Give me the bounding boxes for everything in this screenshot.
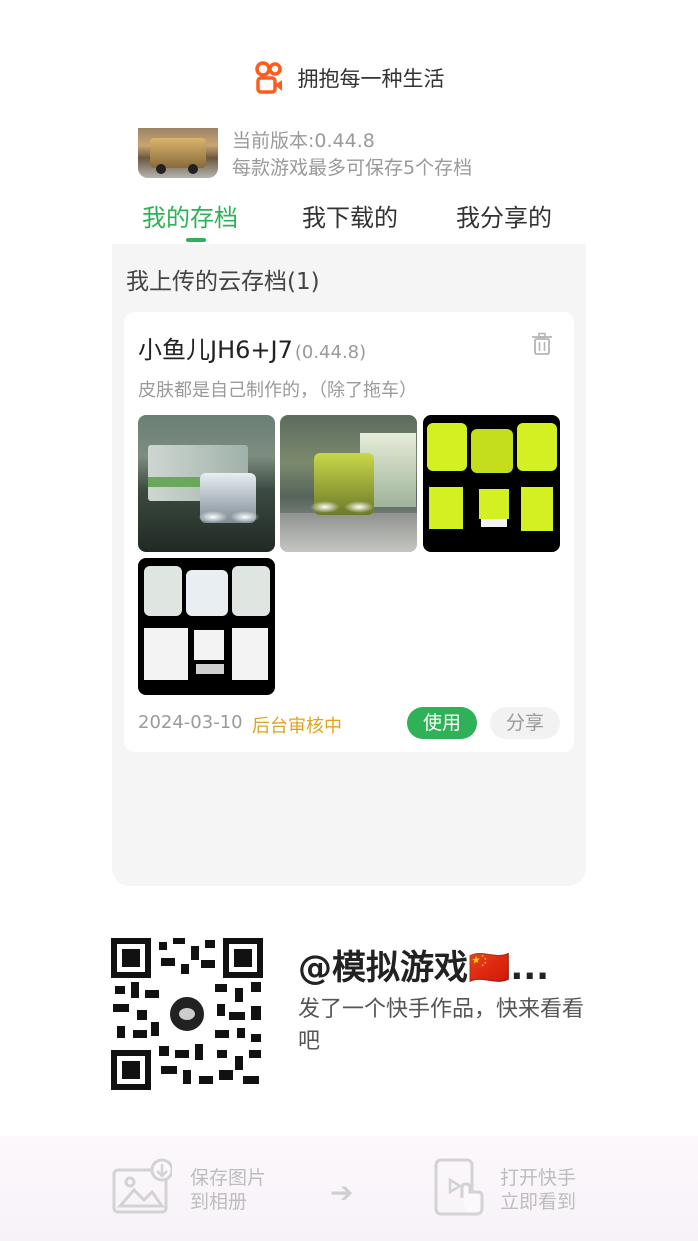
save-date: 2024-03-10 [138,712,243,733]
save-to-album-button[interactable]: 保存图片 到相册 [112,1158,282,1218]
game-info: 当前版本:0.44.8 每款游戏最多可保存5个存档 [138,128,598,182]
qr-finder-top-left [111,938,151,978]
use-button[interactable]: 使用 [407,707,477,739]
game-save-limit: 每款游戏最多可保存5个存档 [232,157,473,179]
game-meta: 当前版本:0.44.8 每款游戏最多可保存5个存档 [232,128,472,182]
save-image-2[interactable] [280,415,417,552]
game-version: 当前版本:0.44.8 [232,130,375,152]
game-thumbnail [138,128,218,178]
save-image-4[interactable] [138,558,275,695]
section-title: 我上传的云存档(1) [126,269,320,295]
open-kuaishou-button[interactable]: 打开快手 立即看到 [432,1158,592,1218]
save-version: (0.44.8) [294,342,367,363]
save-description: 皮肤都是自己制作的，（除了拖车） [138,380,417,401]
review-status: 后台审核中 [252,716,342,737]
qr-code [111,938,263,1090]
open-label-line-1: 打开快手 [500,1167,577,1189]
tab-my-saves[interactable]: 我的存档 [142,198,238,238]
kuaishou-logo-icon [254,61,284,95]
bottom-action-bar: 保存图片 到相册 ➔ 打开快手 立即看到 [0,1136,698,1241]
header: 拥抱每一种生活 [0,48,698,108]
save-to-album-label: 保存图片 到相册 [190,1166,266,1214]
share-button[interactable]: 分享 [490,707,560,739]
save-title: 小鱼儿JH6+J7 (0.44.8) [138,330,366,365]
share-description: 发了一个快手作品，快来看看吧 [298,997,585,1054]
save-label-line-2: 到相册 [190,1191,248,1213]
qr-finder-top-right [223,938,263,978]
save-image-icon [112,1158,174,1218]
share-author: @模拟游戏🇨🇳... [298,948,550,988]
header-title: 拥抱每一种生活 [297,67,445,91]
open-label-line-2: 立即看到 [500,1191,577,1213]
saves-panel: 我上传的云存档(1) 小鱼儿JH6+J7 (0.44.8) 皮肤都是自己制作的，（… [112,244,586,886]
open-kuaishou-label: 打开快手 立即看到 [500,1166,576,1214]
save-card[interactable]: 小鱼儿JH6+J7 (0.44.8) 皮肤都是自己制作的，（除了拖车） 2024… [124,312,574,752]
qr-finder-bottom-left [111,1050,151,1090]
save-image-1[interactable] [138,415,275,552]
tab-shared[interactable]: 我分享的 [456,198,552,238]
tab-bar: 我的存档 我下载的 我分享的 [112,198,586,244]
save-name: 小鱼儿JH6+J7 [138,336,293,364]
save-image-3[interactable] [423,415,560,552]
qr-center-logo-icon [167,994,207,1034]
save-label-line-1: 保存图片 [190,1167,267,1189]
arrow-right-icon: ➔ [330,1176,354,1209]
phone-play-icon [432,1158,492,1218]
tab-active-indicator [186,238,206,242]
tab-downloaded[interactable]: 我下载的 [302,198,398,238]
delete-icon[interactable] [528,330,556,358]
